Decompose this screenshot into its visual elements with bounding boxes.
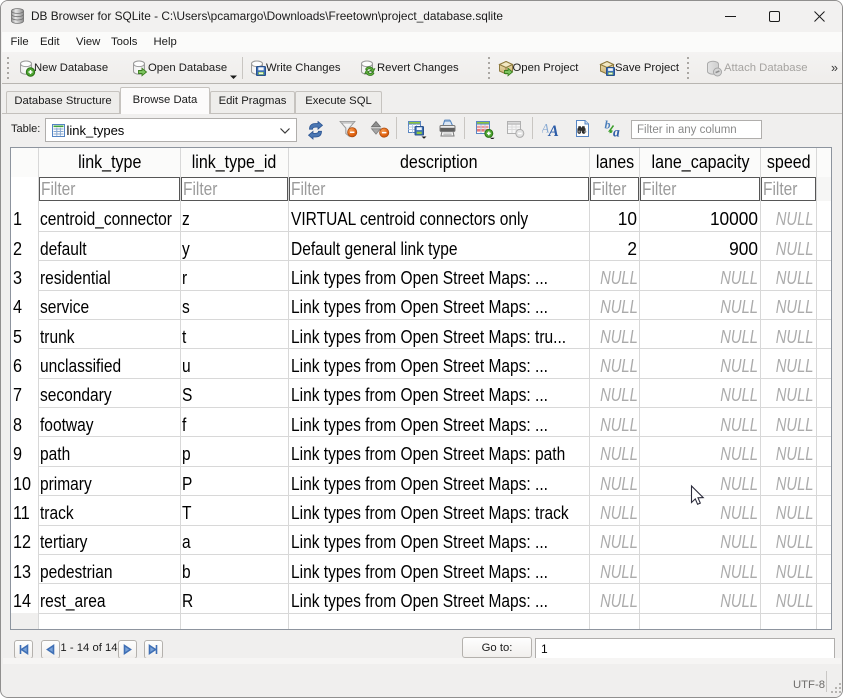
svg-text:A: A: [548, 123, 559, 138]
svg-text:a: a: [613, 125, 620, 139]
